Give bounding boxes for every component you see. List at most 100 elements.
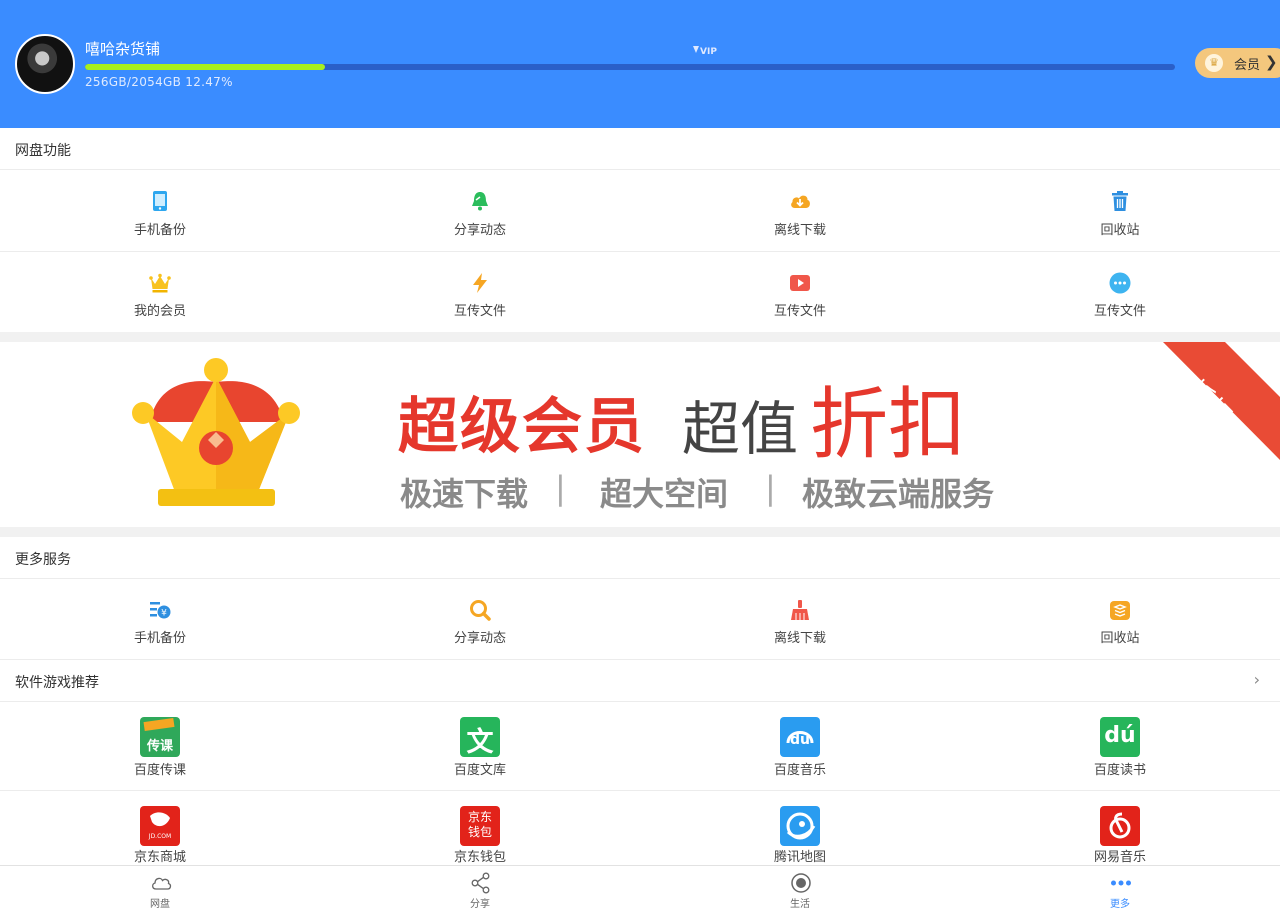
banner-separator: | (555, 469, 566, 507)
search-icon (470, 600, 491, 621)
banner-subtitle-gray: 超值 (682, 395, 799, 463)
stack-icon (1110, 601, 1130, 620)
grid-item-label: 回收站 (1100, 631, 1140, 646)
section-more-services-header: 更多服务 (0, 537, 1280, 579)
avatar[interactable] (15, 34, 75, 94)
member-button-label: 会员 (1234, 58, 1261, 73)
tab-label: 生活 (790, 899, 810, 910)
more-services-row: ¥ 手机备份 分享动态 离线下载 回收站 (0, 579, 1280, 660)
app-icon-text: dú (1104, 723, 1136, 748)
crown-icon: ♛ (1205, 54, 1223, 72)
banner-tagline-3: 极致云端服务 (802, 475, 995, 513)
banner-tagline-2: 超大空间 (600, 475, 729, 513)
banner-headline: 超级会员 (398, 392, 646, 462)
divider (0, 527, 1280, 537)
grid-item-label: 分享动态 (453, 223, 506, 238)
service-item-3[interactable]: 离线下载 (640, 579, 960, 659)
app-label: 网易音乐 (1093, 850, 1146, 865)
app-item-baidu-read[interactable]: dú 百度读书 (960, 702, 1280, 790)
jd-app-icon: JD.COM (140, 806, 180, 846)
app-label: 百度读书 (1093, 763, 1146, 778)
profile-header: 嘻哈杂货铺 VIP 256GB/2054GB 12.47% ♛ 会员 ❯ (0, 0, 1280, 128)
app-item-netease-music[interactable]: 网易音乐 (960, 791, 1280, 865)
chuanke-app-icon: 传课 (140, 717, 180, 757)
app-label: 百度传课 (133, 763, 186, 778)
app-item-chuanke[interactable]: 传课 百度传课 (0, 702, 320, 790)
share-icon (471, 872, 490, 894)
svg-text:¥: ¥ (161, 609, 167, 619)
tab-share[interactable]: 分享 (320, 866, 640, 916)
grid-item-share-feed[interactable]: 分享动态 (320, 170, 640, 251)
app-label: 京东商城 (133, 850, 186, 865)
service-item-4[interactable]: 回收站 (960, 579, 1280, 659)
app-icon-text: du (790, 732, 810, 748)
service-item-2[interactable]: 分享动态 (320, 579, 640, 659)
banner-crown-icon (132, 358, 300, 506)
app-item-jd[interactable]: JD.COM 京东商城 (0, 791, 320, 865)
section-title: 软件游戏推荐 (15, 675, 99, 691)
tab-life[interactable]: 生活 (640, 866, 960, 916)
recommend-row-1: 传课 百度传课 文 百度文库 du 百度音乐 dú 百度读书 (0, 702, 1280, 791)
netdisk-row-1: 手机备份 分享动态 离线下载 回收站 (0, 170, 1280, 252)
grid-item-transfer-file-3[interactable]: 互传文件 (960, 252, 1280, 332)
app-label: 百度音乐 (773, 763, 826, 778)
record-icon (791, 873, 811, 893)
storage-progress-fill (85, 64, 326, 70)
banner-tagline-1: 极速下载 (400, 475, 529, 513)
trash-icon (1112, 191, 1128, 211)
tab-netdisk[interactable]: 网盘 (0, 866, 320, 916)
vip-badge-text: VIP (700, 47, 717, 57)
more-dots-icon (1109, 272, 1131, 294)
chevron-right-icon: › (1253, 670, 1260, 689)
video-play-icon (790, 275, 810, 291)
app-icon-text: 京东钱包 (467, 810, 492, 839)
section-title: 网盘功能 (15, 143, 71, 159)
grid-item-my-membership[interactable]: 我的会员 (0, 252, 320, 332)
app-label: 腾讯地图 (773, 850, 826, 865)
grid-item-transfer-file-2[interactable]: 互传文件 (640, 252, 960, 332)
app-label: 京东钱包 (453, 850, 506, 865)
app-label: 百度文库 (453, 763, 506, 778)
storage-usage-text: 256GB/2054GB 12.47% (85, 75, 233, 89)
grid-item-label: 我的会员 (133, 304, 186, 319)
section-netdisk-header: 网盘功能 (0, 128, 1280, 170)
grid-item-label: 手机备份 (133, 631, 186, 646)
section-recommend-header[interactable]: 软件游戏推荐 › (0, 660, 1280, 702)
tab-label: 分享 (470, 899, 490, 910)
app-icon-text: 文 (466, 727, 494, 758)
grid-item-offline-download[interactable]: 离线下载 (640, 170, 960, 251)
super-member-banner[interactable]: 超级会员 超值 折扣 极速下载 | 超大空间 | 极致云端服务 折扣 (0, 342, 1280, 527)
wenku-app-icon: 文 (460, 717, 500, 758)
chevron-right-icon: ❯ (1265, 53, 1278, 71)
tencent-map-app-icon (780, 806, 820, 846)
storage-progress-bar (85, 64, 1175, 70)
app-item-baidu-music[interactable]: du 百度音乐 (640, 702, 960, 790)
member-button[interactable]: ♛ 会员 ❯ (1195, 48, 1280, 78)
cloud-download-icon (791, 195, 810, 208)
app-item-tencent-map[interactable]: 腾讯地图 (640, 791, 960, 865)
service-item-1[interactable]: ¥ 手机备份 (0, 579, 320, 659)
grid-item-label: 分享动态 (453, 631, 506, 646)
tab-label: 更多 (1110, 899, 1130, 910)
grid-item-transfer-file-1[interactable]: 互传文件 (320, 252, 640, 332)
grid-item-phone-backup[interactable]: 手机备份 (0, 170, 320, 251)
grid-item-label: 离线下载 (773, 223, 826, 238)
broom-icon (791, 600, 809, 620)
app-icon-text: 传课 (146, 739, 173, 754)
banner-separator: | (765, 469, 776, 507)
grid-item-label: 手机备份 (133, 223, 186, 238)
grid-item-label: 互传文件 (453, 304, 506, 319)
netdisk-row-2: 我的会员 互传文件 互传文件 互传文件 (0, 252, 1280, 332)
baidu-music-app-icon: du (780, 717, 820, 757)
bell-icon (472, 192, 488, 211)
baidu-read-app-icon: dú (1100, 717, 1140, 757)
tab-more[interactable]: 更多 (960, 866, 1280, 916)
grid-item-recycle-bin[interactable]: 回收站 (960, 170, 1280, 251)
cloud-icon (152, 877, 172, 890)
app-item-jd-wallet[interactable]: 京东钱包 京东钱包 (320, 791, 640, 865)
grid-item-label: 回收站 (1100, 223, 1140, 238)
grid-item-label: 互传文件 (1093, 304, 1146, 319)
app-item-wenku[interactable]: 文 百度文库 (320, 702, 640, 790)
recommend-row-2: JD.COM 京东商城 京东钱包 京东钱包 腾讯地图 网易音乐 (0, 791, 1280, 865)
section-title: 更多服务 (15, 552, 71, 568)
